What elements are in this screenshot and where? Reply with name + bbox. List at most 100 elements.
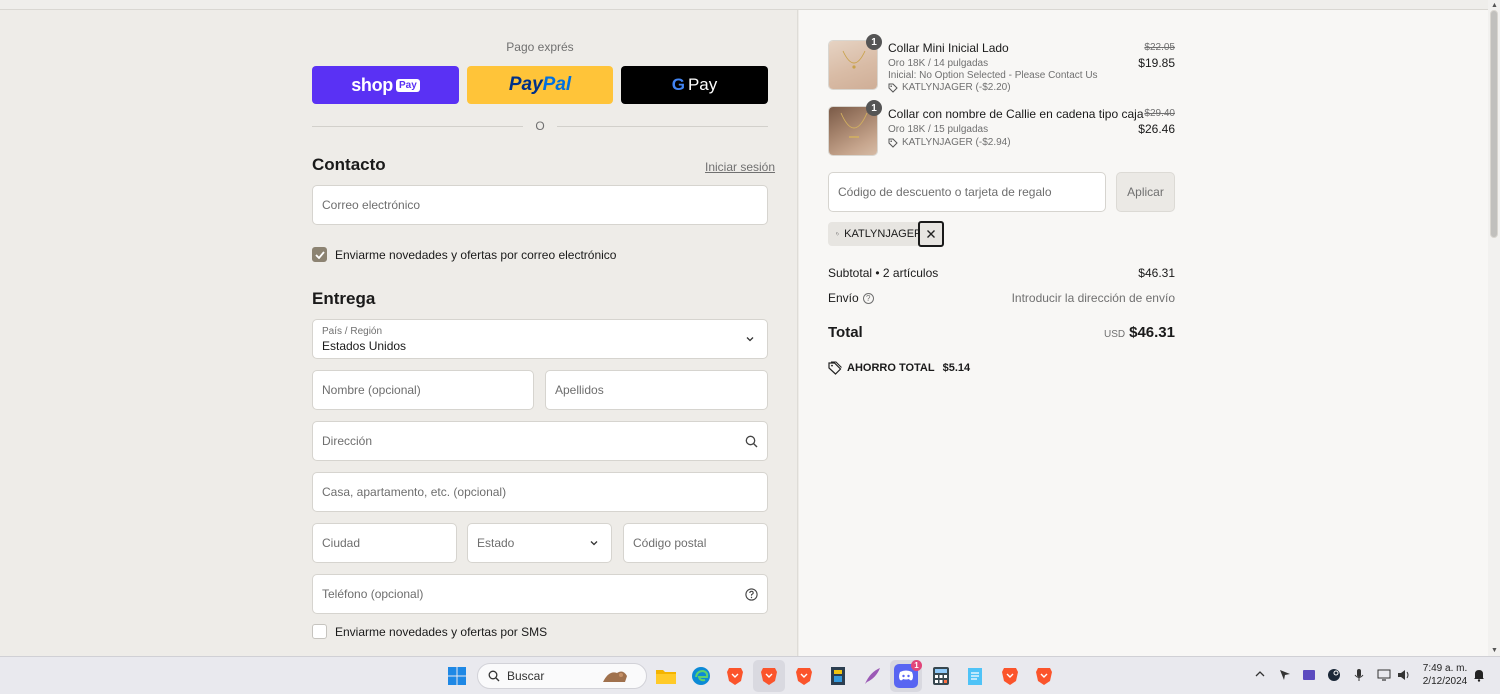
discount-code-field[interactable]: Código de descuento o tarjeta de regalo	[828, 172, 1106, 212]
cart-item: 1 Collar Mini Inicial Lado Oro 18K / 14 …	[828, 34, 1175, 93]
country-select[interactable]: País / Región Estados Unidos	[312, 319, 768, 359]
email-field[interactable]: Correo electrónico	[312, 185, 768, 225]
brave-icon[interactable]	[998, 664, 1022, 688]
start-icon[interactable]	[445, 664, 469, 688]
express-checkout-label: Pago exprés	[506, 40, 574, 54]
app-icon[interactable]	[826, 664, 850, 688]
total-savings: AHORRO TOTAL $5.14	[828, 361, 970, 375]
remove-discount-button[interactable]	[918, 221, 944, 247]
state-placeholder: Estado	[477, 536, 515, 550]
phone-placeholder: Teléfono (opcional)	[322, 587, 424, 601]
item-name: Collar Mini Inicial Lado	[888, 41, 1009, 55]
country-label: País / Región	[322, 325, 383, 337]
tag-icon	[888, 83, 898, 93]
city-field[interactable]: Ciudad	[312, 523, 457, 563]
or-divider: O	[312, 118, 768, 134]
total-value: $46.31	[1129, 324, 1175, 341]
paypal-word-1: Pay	[508, 74, 543, 95]
cursor-app-icon[interactable]	[1278, 668, 1292, 685]
total-row: Total USD $46.31	[828, 324, 1175, 341]
google-g-icon: G	[671, 75, 685, 94]
newsletter-checkbox[interactable]	[312, 247, 327, 262]
chevron-down-icon	[746, 337, 754, 342]
checkmark-icon	[314, 250, 325, 259]
total-label: Total	[828, 324, 863, 341]
email-placeholder: Correo electrónico	[322, 198, 421, 212]
total-currency: USD	[1103, 329, 1126, 340]
microphone-icon[interactable]	[1353, 668, 1365, 685]
item-name: Collar con nombre de Callie en cadena ti…	[888, 107, 1144, 121]
item-old-price: $29.40	[1144, 108, 1175, 119]
notification-badge: 1	[911, 660, 922, 671]
system-clock[interactable]: 7:49 a. m. 2/12/2024	[1418, 662, 1472, 688]
scroll-down-icon[interactable]: ▼	[1491, 647, 1498, 654]
item-discount: KATLYNJAGER (-$2.20)	[888, 82, 1011, 93]
google-pay-button[interactable]: G Pay	[621, 66, 768, 104]
savings-value: $5.14	[942, 362, 971, 374]
sms-checkbox[interactable]	[312, 624, 327, 639]
first-name-field[interactable]: Nombre (opcional)	[312, 370, 534, 410]
shop-pay-badge: Pay	[396, 78, 420, 92]
discord-icon[interactable]: 1	[894, 660, 922, 688]
scrollbar-thumb[interactable]	[1490, 10, 1498, 238]
phone-field[interactable]: Teléfono (opcional)	[312, 574, 768, 614]
tag-icon	[836, 232, 840, 236]
tag-icon	[828, 361, 842, 375]
gpay-word: Pay	[687, 75, 718, 94]
first-name-placeholder: Nombre (opcional)	[322, 383, 421, 397]
notifications-icon[interactable]	[1473, 668, 1485, 685]
checkout-form-pane: Pago exprés shop Pay Pay Pal G Pay O Cont…	[0, 10, 798, 656]
taskbar-search[interactable]: Buscar	[477, 663, 647, 689]
shop-pay-button[interactable]: shop Pay	[312, 66, 459, 104]
address-field[interactable]: Dirección	[312, 421, 768, 461]
chevron-up-icon[interactable]	[1254, 668, 1266, 683]
search-label: Buscar	[507, 669, 545, 683]
item-price: $19.85	[1138, 56, 1175, 70]
search-icon	[745, 435, 758, 448]
subtotal-label: Subtotal • 2 artículos	[828, 266, 939, 280]
chevron-down-icon	[590, 541, 598, 546]
zip-field[interactable]: Código postal	[623, 523, 768, 563]
state-select[interactable]: Estado	[467, 523, 612, 563]
discount-code-placeholder: Código de descuento o tarjeta de regalo	[838, 185, 1052, 199]
calculator-icon[interactable]	[929, 664, 953, 688]
feather-icon[interactable]	[860, 664, 884, 688]
order-summary-pane: 1 Collar Mini Inicial Lado Oro 18K / 14 …	[799, 10, 1488, 656]
item-price: $26.46	[1138, 122, 1175, 136]
contact-title: Contacto	[312, 155, 386, 174]
brave-icon[interactable]	[792, 664, 816, 688]
notepad-icon[interactable]	[963, 664, 987, 688]
file-explorer-icon[interactable]	[654, 664, 678, 688]
brave-icon[interactable]	[757, 664, 781, 688]
tray-app-icon[interactable]	[1302, 668, 1316, 685]
shop-pay-word: shop	[351, 74, 393, 95]
quantity-badge: 1	[866, 34, 882, 50]
network-icon[interactable]	[1377, 668, 1391, 685]
shipping-row: Envío? Introducir la dirección de envío	[828, 291, 1175, 305]
item-discount: KATLYNJAGER (-$2.94)	[888, 137, 1011, 148]
help-icon[interactable]	[745, 587, 758, 601]
brave-icon[interactable]	[723, 664, 747, 688]
newsletter-label: Enviarme novedades y ofertas por correo …	[335, 247, 617, 262]
last-name-field[interactable]: Apellidos	[545, 370, 768, 410]
newsletter-row: Enviarme novedades y ofertas por correo …	[312, 247, 616, 262]
page-scrollbar[interactable]: ▲ ▼	[1488, 0, 1500, 656]
login-link[interactable]: Iniciar sesión	[705, 160, 775, 174]
apartment-field[interactable]: Casa, apartamento, etc. (opcional)	[312, 472, 768, 512]
zip-placeholder: Código postal	[633, 536, 707, 550]
apartment-placeholder: Casa, apartamento, etc. (opcional)	[322, 485, 507, 499]
quantity-badge: 1	[866, 100, 882, 116]
subtotal-value: $46.31	[1138, 266, 1175, 280]
info-icon[interactable]: ?	[862, 293, 874, 305]
item-variant: Oro 18K / 14 pulgadas	[888, 58, 989, 69]
edge-icon[interactable]	[689, 664, 713, 688]
apply-discount-button[interactable]: Aplicar	[1116, 172, 1175, 212]
tag-icon	[888, 138, 898, 148]
steam-icon[interactable]	[1327, 668, 1341, 685]
volume-icon[interactable]	[1397, 668, 1411, 685]
or-text: O	[535, 119, 545, 133]
scroll-up-icon[interactable]: ▲	[1491, 2, 1498, 9]
paypal-button[interactable]: Pay Pal	[467, 66, 613, 104]
brave-icon[interactable]	[1032, 664, 1056, 688]
applied-discount-chip: KATLYNJAGER	[828, 222, 922, 246]
